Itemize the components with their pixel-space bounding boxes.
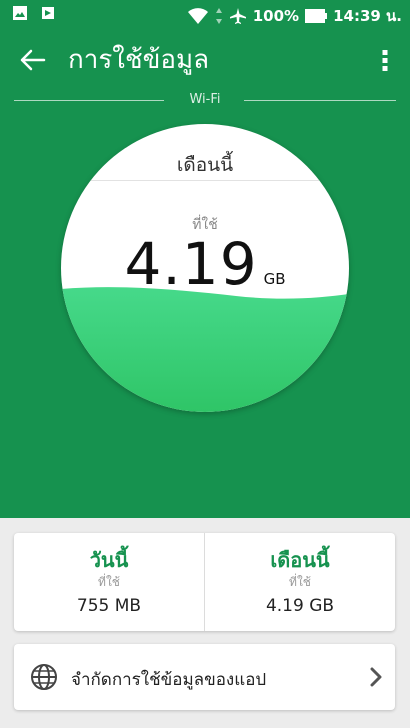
more-vert-icon [382, 50, 388, 71]
stat-sub: ที่ใช้ [289, 575, 311, 589]
globe-icon [31, 664, 57, 690]
network-selector: Wi-Fi [0, 91, 410, 111]
limit-label: จำกัดการใช้ข้อมูลของแอป [71, 670, 267, 690]
stat-title: วันนี้ [89, 548, 129, 572]
usage-value: 4.19 [124, 230, 258, 298]
stat-today: วันนี้ ที่ใช้ 755 MB [14, 533, 204, 631]
network-label: Wi-Fi [189, 92, 221, 107]
stat-sub: ที่ใช้ [98, 575, 120, 589]
status-time: 14:39 น. [333, 7, 402, 25]
circle-period: เดือนนี้ [176, 154, 234, 176]
usage-circle: เดือนนี้ ที่ใช้ 4.19 GB [61, 124, 349, 412]
image-icon [12, 5, 28, 21]
more-options-button[interactable] [374, 44, 396, 76]
stat-title: เดือนนี้ [270, 548, 330, 572]
data-arrows-icon [215, 7, 223, 25]
stat-value: 4.19 GB [265, 596, 335, 616]
battery-percent: 100% [252, 7, 300, 25]
circle-divider [81, 180, 329, 181]
app-bar: การใช้ข้อมูล [0, 30, 410, 90]
usage-unit: GB [263, 270, 286, 288]
stat-month: เดือนนี้ ที่ใช้ 4.19 GB [205, 533, 395, 631]
battery-icon [305, 9, 328, 23]
chevron-right-icon [370, 667, 382, 687]
app-data-limit-row[interactable]: จำกัดการใช้ข้อมูลของแอป [14, 644, 395, 710]
back-arrow-icon [20, 49, 46, 71]
divider-left [14, 100, 164, 101]
play-store-icon [40, 5, 56, 21]
back-button[interactable] [12, 42, 52, 78]
stat-value: 755 MB [76, 596, 142, 616]
airplane-icon [229, 7, 247, 25]
wifi-icon [187, 7, 209, 25]
status-bar: 100% 14:39 น. [0, 0, 410, 28]
page-title: การใช้ข้อมูล [68, 45, 210, 75]
usage-summary-card: วันนี้ ที่ใช้ 755 MB เดือนนี้ ที่ใช้ 4.1… [14, 533, 395, 631]
divider-right [244, 100, 396, 101]
